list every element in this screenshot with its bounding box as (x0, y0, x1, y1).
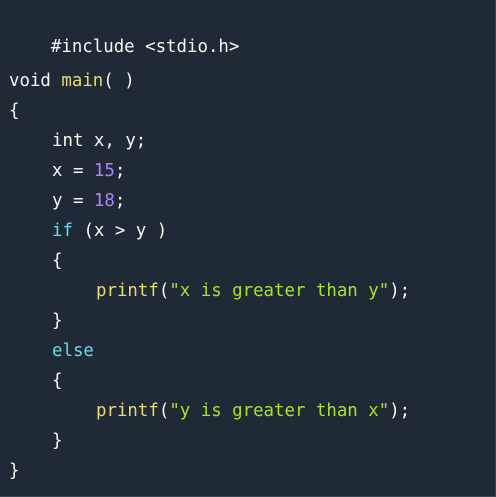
code-line-6: x = 15; (52, 158, 125, 184)
code-line-13: { (52, 368, 62, 394)
main-function-name: main (61, 71, 104, 91)
code-editor: #include <stdio.h> void main( ) { int x,… (0, 0, 496, 497)
code-line-16: } (9, 458, 19, 484)
code-line-4: { (9, 98, 19, 124)
code-line-7: y = 18; (52, 188, 125, 214)
main-parens: ( ) (103, 71, 135, 91)
code-line-11: } (52, 308, 62, 334)
x-value: 15 (93, 161, 115, 181)
printf-function-2: printf (96, 401, 159, 421)
printf-function-1: printf (96, 281, 159, 301)
open-paren-1: ( (158, 281, 170, 301)
if-keyword: if (52, 221, 73, 241)
string-literal-2: "y is greater than x" (169, 401, 390, 421)
include-directive: #include <stdio.h> (50, 37, 240, 57)
if-condition: (x > y ) (83, 221, 168, 241)
code-line-8: if (x > y ) (52, 218, 167, 244)
close-statement-1: ); (389, 281, 411, 301)
code-line-3: void main( ) (9, 68, 135, 94)
void-keyword: void (9, 71, 51, 91)
close-brace-if: } (52, 311, 63, 331)
code-line-10: printf("x is greater than y"); (96, 278, 410, 304)
int-vars: x, y; (93, 131, 147, 151)
x-assign: x = (52, 161, 94, 181)
open-brace-main: { (9, 101, 20, 121)
semicolon-x: ; (114, 161, 126, 181)
code-line-12: else (52, 338, 94, 364)
int-keyword: int (52, 131, 84, 151)
code-line-1: #include <stdio.h> (9, 8, 239, 57)
close-brace-main: } (9, 461, 20, 481)
open-brace-if: { (52, 251, 63, 271)
semicolon-y: ; (114, 191, 126, 211)
open-brace-else: { (52, 371, 63, 391)
close-brace-else: } (52, 431, 63, 451)
close-statement-2: ); (389, 401, 411, 421)
y-value: 18 (93, 191, 115, 211)
open-paren-2: ( (158, 401, 170, 421)
else-keyword: else (52, 341, 94, 361)
string-literal-1: "x is greater than y" (169, 281, 390, 301)
code-line-14: printf("y is greater than x"); (96, 398, 410, 424)
code-line-9: { (52, 248, 62, 274)
code-line-15: } (52, 428, 62, 454)
code-line-5: int x, y; (52, 128, 146, 154)
y-assign: y = (52, 191, 94, 211)
